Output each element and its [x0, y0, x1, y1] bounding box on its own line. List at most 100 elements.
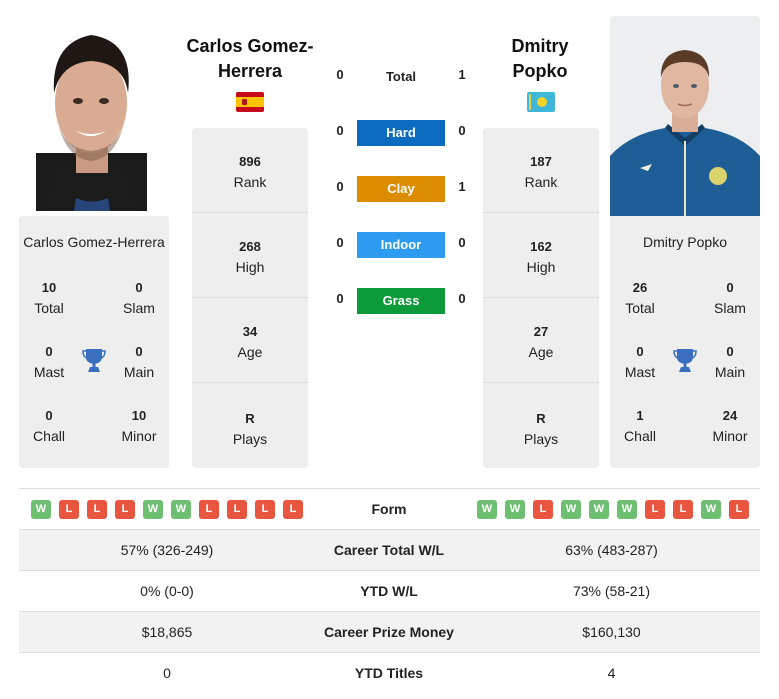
- high-label: High: [526, 259, 556, 275]
- player-right-name[interactable]: Dmitry Popko: [470, 34, 610, 84]
- surface-clay-button[interactable]: Clay: [357, 176, 445, 202]
- table-row: 0 YTD Titles 4: [19, 653, 760, 694]
- form-loss-badge[interactable]: L: [115, 500, 135, 519]
- player-right-form: WWLWWWLLWL: [477, 500, 749, 519]
- table-row: 57% (326-249) Career Total W/L 63% (483-…: [19, 530, 760, 571]
- h2h-hard-left: 0: [336, 123, 344, 138]
- titles-chall-value: 1: [636, 408, 644, 423]
- row-left-value: 0: [163, 665, 171, 681]
- titles-total-label: Total: [34, 300, 64, 316]
- form-win-badge[interactable]: W: [589, 500, 609, 519]
- h2h-total-label: Total: [385, 69, 417, 84]
- h2h-clay-left: 0: [336, 179, 344, 194]
- trophy-icon: [673, 347, 697, 373]
- form-win-badge[interactable]: W: [561, 500, 581, 519]
- age-value: 27: [533, 324, 549, 339]
- titles-main: 0 Main: [109, 342, 169, 382]
- player-left-name-line2: Herrera: [217, 61, 283, 81]
- form-loss-badge[interactable]: L: [255, 500, 275, 519]
- form-win-badge[interactable]: W: [505, 500, 525, 519]
- titles-total: 26 Total: [610, 278, 670, 318]
- form-win-badge[interactable]: W: [701, 500, 721, 519]
- player-left-form: WLLLWWLLLL: [31, 500, 303, 519]
- form-win-badge[interactable]: W: [477, 500, 497, 519]
- player-left-card-name[interactable]: Carlos Gomez-Herrera: [19, 234, 169, 250]
- surface-hard-button[interactable]: Hard: [357, 120, 445, 146]
- h2h-total-left: 0: [336, 67, 344, 82]
- player-right-card-name[interactable]: Dmitry Popko: [610, 234, 760, 250]
- form-win-badge[interactable]: W: [31, 500, 51, 519]
- age-cell: 34 Age: [192, 298, 308, 383]
- row-left-value: $18,865: [141, 624, 193, 640]
- titles-minor-label: Minor: [712, 428, 748, 444]
- rank-cell: 187 Rank: [483, 128, 599, 213]
- row-label: Career Total W/L: [333, 542, 445, 558]
- titles-minor: 24 Minor: [700, 406, 760, 446]
- form-loss-badge[interactable]: L: [729, 500, 749, 519]
- surface-indoor-button[interactable]: Indoor: [357, 232, 445, 258]
- form-loss-badge[interactable]: L: [533, 500, 553, 519]
- form-loss-badge[interactable]: L: [87, 500, 107, 519]
- titles-minor-value: 24: [722, 408, 738, 423]
- h2h-grass-left: 0: [336, 291, 344, 306]
- player-left-titles-card: Carlos Gomez-Herrera 10 Total 0 Slam 0 M…: [19, 216, 169, 468]
- form-loss-badge[interactable]: L: [645, 500, 665, 519]
- h2h-clay-right: 1: [458, 179, 466, 194]
- rank-label: Rank: [233, 174, 267, 190]
- titles-mast-label: Mast: [33, 364, 65, 380]
- h2h-hard-right: 0: [458, 123, 466, 138]
- titles-main-label: Main: [714, 364, 746, 380]
- player-left-name-line1: Carlos Gomez-: [186, 36, 314, 56]
- titles-chall-label: Chall: [624, 428, 656, 444]
- row-right-value: 4: [607, 665, 616, 681]
- player-left-photo: [36, 23, 147, 211]
- age-cell: 27 Age: [483, 298, 599, 383]
- age-label: Age: [528, 344, 554, 360]
- form-loss-badge[interactable]: L: [227, 500, 247, 519]
- titles-main-value: 0: [135, 344, 143, 359]
- titles-minor-value: 10: [131, 408, 147, 423]
- plays-value: R: [536, 411, 546, 426]
- titles-mast: 0 Mast: [610, 342, 670, 382]
- form-loss-badge[interactable]: L: [283, 500, 303, 519]
- form-label: Form: [371, 501, 407, 517]
- table-row: $18,865 Career Prize Money $160,130: [19, 612, 760, 653]
- high-label: High: [235, 259, 265, 275]
- titles-chall: 1 Chall: [610, 406, 670, 446]
- comparison-table: WLLLWWLLLL Form WWLWWWLLWL 57% (326-249)…: [19, 488, 760, 694]
- player-right-photo: [610, 16, 760, 216]
- titles-mast-value: 0: [636, 344, 644, 359]
- titles-total-value: 26: [632, 280, 648, 295]
- row-right-value: $160,130: [582, 624, 641, 640]
- rank-value: 896: [239, 154, 261, 169]
- surface-grass-button[interactable]: Grass: [357, 288, 445, 314]
- titles-mast-value: 0: [45, 344, 53, 359]
- player-right-name-line1: Dmitry: [511, 36, 569, 56]
- form-loss-badge[interactable]: L: [199, 500, 219, 519]
- plays-cell: R Plays: [483, 383, 599, 468]
- row-left-value: 57% (326-249): [120, 542, 214, 558]
- high-value: 162: [530, 239, 552, 254]
- high-cell: 162 High: [483, 213, 599, 298]
- titles-slam-label: Slam: [714, 300, 746, 316]
- kazakhstan-flag-icon: [527, 92, 555, 112]
- player-left-name[interactable]: Carlos Gomez- Herrera: [180, 34, 320, 84]
- table-row: 0% (0-0) YTD W/L 73% (58-21): [19, 571, 760, 612]
- h2h-indoor-left: 0: [336, 235, 344, 250]
- titles-slam-label: Slam: [123, 300, 155, 316]
- titles-chall-value: 0: [45, 408, 53, 423]
- form-win-badge[interactable]: W: [617, 500, 637, 519]
- form-win-badge[interactable]: W: [143, 500, 163, 519]
- trophy-icon: [82, 347, 106, 373]
- h2h-grass-right: 0: [458, 291, 466, 306]
- titles-main-label: Main: [123, 364, 155, 380]
- form-loss-badge[interactable]: L: [673, 500, 693, 519]
- form-win-badge[interactable]: W: [171, 500, 191, 519]
- age-value: 34: [242, 324, 258, 339]
- plays-value: R: [245, 411, 255, 426]
- titles-mast: 0 Mast: [19, 342, 79, 382]
- row-label: Career Prize Money: [324, 624, 454, 640]
- titles-chall-label: Chall: [33, 428, 65, 444]
- form-loss-badge[interactable]: L: [59, 500, 79, 519]
- player-right-profile-stats: 187 Rank 162 High 27 Age R Plays: [483, 128, 599, 468]
